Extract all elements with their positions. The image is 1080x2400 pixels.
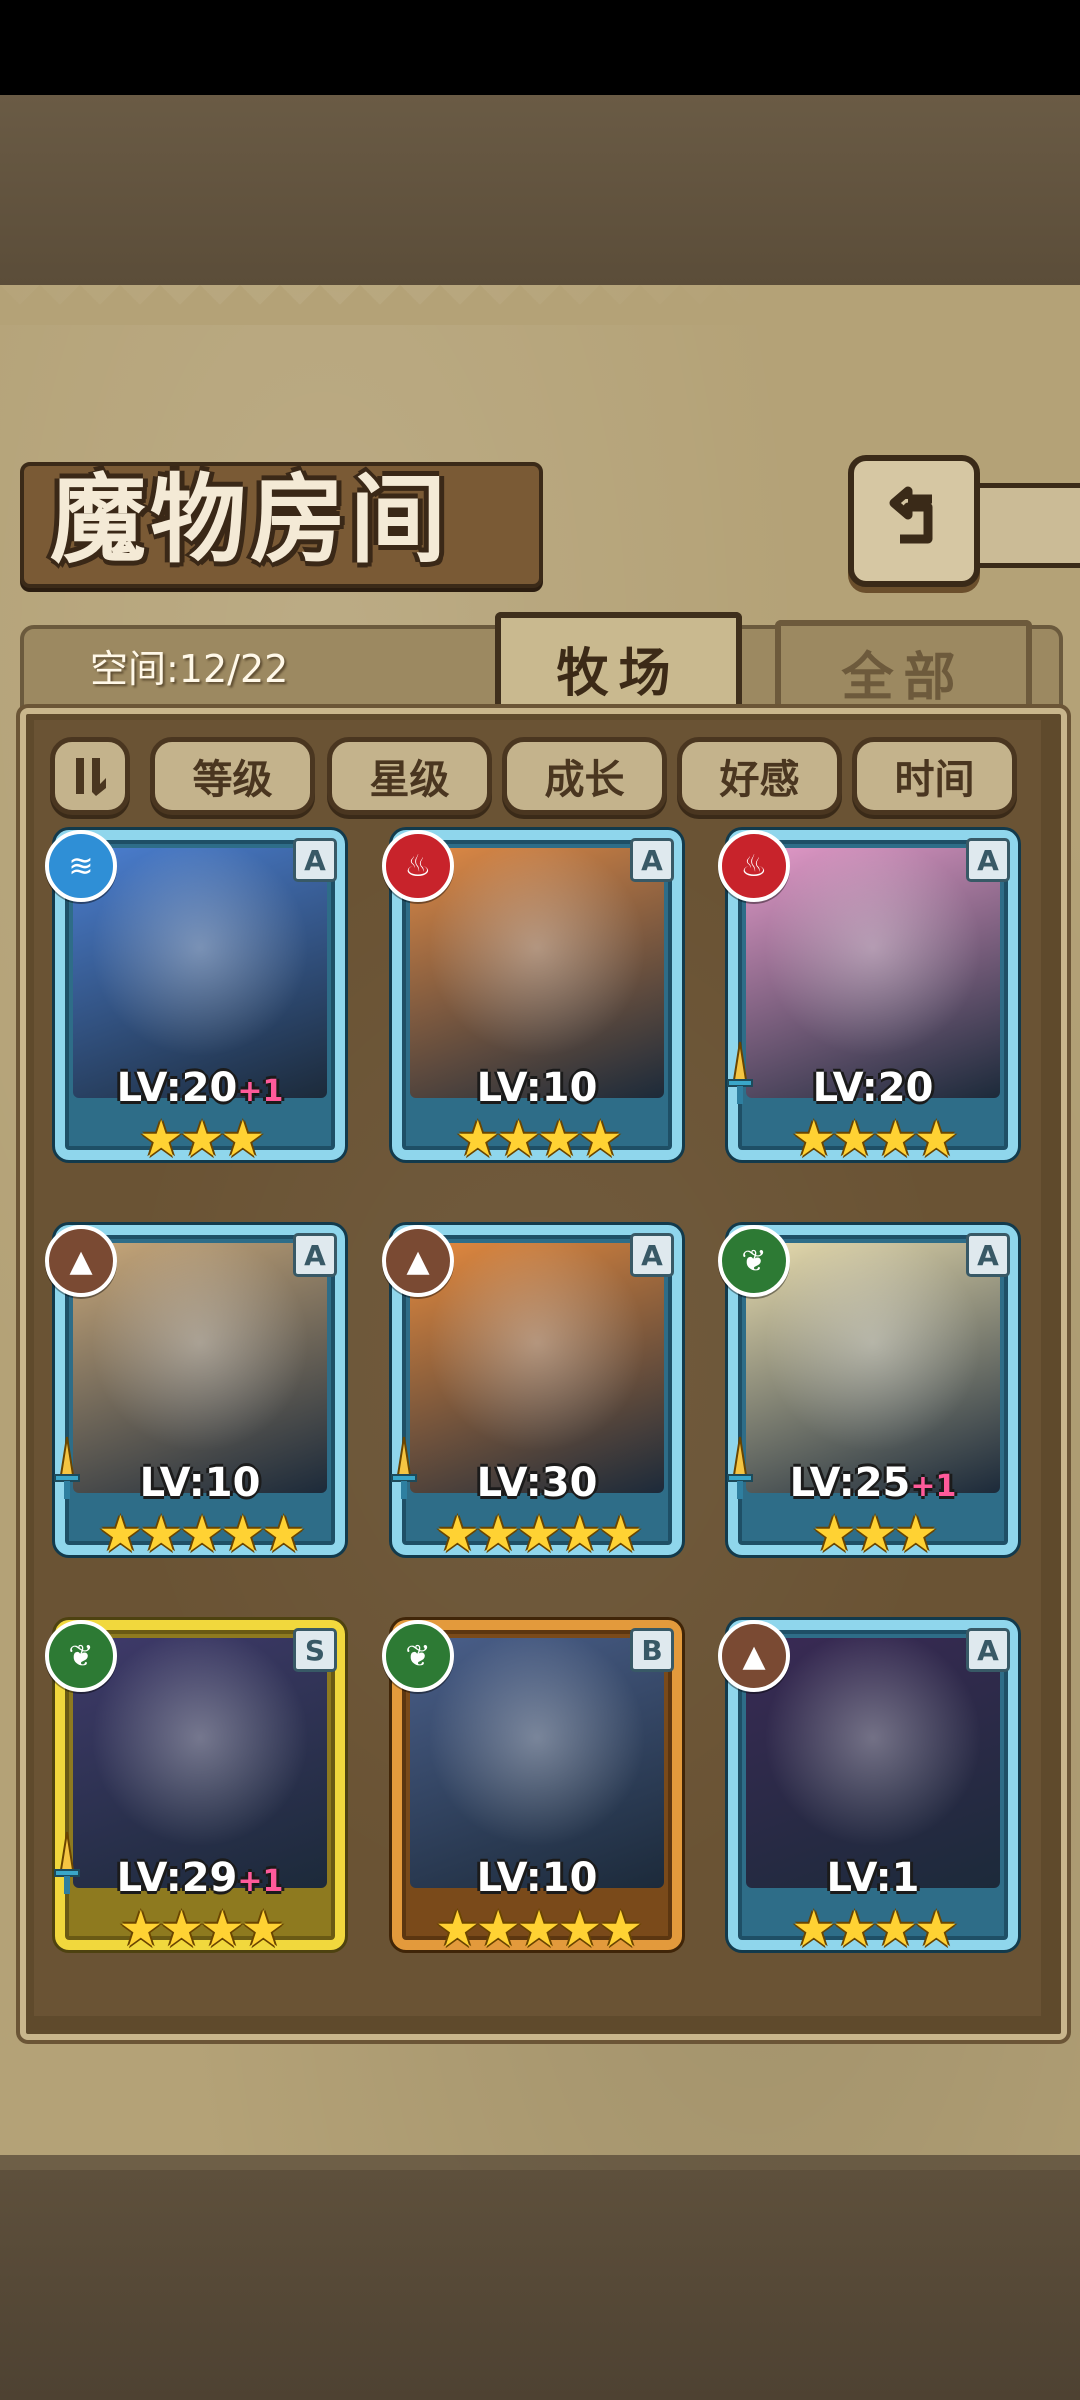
level-label: LV:30 xyxy=(476,1460,598,1506)
level-label: LV:10 xyxy=(139,1460,261,1506)
level-bonus: +1 xyxy=(910,1469,957,1504)
monster-card[interactable]: A ❦ LV:25+1 ★★★ xyxy=(718,1225,1018,1565)
monster-card[interactable]: A ▲ LV:1 ★★★★ xyxy=(718,1620,1018,1960)
rank-badge: A xyxy=(293,838,337,882)
sort-order-icon xyxy=(76,758,106,796)
sort-time-button[interactable]: 时间 xyxy=(852,737,1017,815)
star-rating: ★★★ xyxy=(811,1505,938,1563)
status-bar-area xyxy=(0,0,1080,95)
rank-badge: S xyxy=(293,1628,337,1672)
sort-affection-button[interactable]: 好感 xyxy=(677,737,842,815)
back-arrow-icon xyxy=(889,486,933,544)
level-label: LV:1 xyxy=(826,1855,920,1901)
space-counter: 空间:12/22 xyxy=(90,647,289,691)
fire-element-icon: ♨ xyxy=(382,830,454,902)
star-rating: ★★★★ xyxy=(791,1110,958,1168)
monster-card[interactable]: S ❦ LV:29+1 ★★★★ xyxy=(45,1620,345,1960)
sort-growth-button[interactable]: 成长 xyxy=(502,737,667,815)
weapon-sword-icon xyxy=(391,1436,417,1499)
wood-element-icon: ❦ xyxy=(45,1620,117,1692)
monster-card[interactable]: A ▲ LV:10 ★★★★★ xyxy=(45,1225,345,1565)
fire-element-icon: ♨ xyxy=(718,830,790,902)
sort-level-button[interactable]: 等级 xyxy=(150,737,315,815)
sort-order-button[interactable] xyxy=(50,737,130,815)
monster-card[interactable]: B ❦ LV:10 ★★★★★ xyxy=(382,1620,682,1960)
rank-badge: A xyxy=(966,1233,1010,1277)
weapon-sword-icon xyxy=(727,1436,753,1499)
rank-badge: A xyxy=(630,1233,674,1277)
weapon-sword-icon xyxy=(727,1041,753,1104)
page-title: 魔物房间 xyxy=(50,464,450,576)
earth-element-icon: ▲ xyxy=(45,1225,117,1297)
level-label: LV:10 xyxy=(476,1065,598,1111)
level-label: LV:20+1 xyxy=(116,1065,284,1111)
wood-element-icon: ❦ xyxy=(718,1225,790,1297)
monster-card[interactable]: A ♨ LV:10 ★★★★ xyxy=(382,830,682,1170)
weapon-sword-icon xyxy=(54,1436,80,1499)
level-label: LV:29+1 xyxy=(116,1855,284,1901)
sort-star-button[interactable]: 星级 xyxy=(327,737,492,815)
level-label: LV:25+1 xyxy=(789,1460,957,1506)
parchment-edge-top xyxy=(0,285,1080,325)
wood-element-icon: ❦ xyxy=(382,1620,454,1692)
rank-badge: A xyxy=(966,1628,1010,1672)
back-button-tail xyxy=(975,483,1080,568)
top-band xyxy=(0,95,1080,285)
tab-all[interactable]: 全部 xyxy=(775,620,1032,718)
star-rating: ★★★★★ xyxy=(97,1505,306,1563)
earth-element-icon: ▲ xyxy=(382,1225,454,1297)
bottom-band xyxy=(0,2170,1080,2400)
monster-card[interactable]: A ♨ LV:20 ★★★★ xyxy=(718,830,1018,1170)
rank-badge: B xyxy=(630,1628,674,1672)
level-label: LV:10 xyxy=(476,1855,598,1901)
rank-badge: A xyxy=(293,1233,337,1277)
water-element-icon: ≋ xyxy=(45,830,117,902)
star-rating: ★★★★ xyxy=(118,1900,285,1958)
star-rating: ★★★★ xyxy=(791,1900,958,1958)
weapon-sword-icon xyxy=(54,1831,80,1894)
rank-badge: A xyxy=(630,838,674,882)
rank-badge: A xyxy=(966,838,1010,882)
star-rating: ★★★★ xyxy=(455,1110,622,1168)
level-label: LV:20 xyxy=(812,1065,934,1111)
star-rating: ★★★★★ xyxy=(434,1900,643,1958)
star-rating: ★★★★★ xyxy=(434,1505,643,1563)
earth-element-icon: ▲ xyxy=(718,1620,790,1692)
level-bonus: +1 xyxy=(237,1074,284,1109)
star-rating: ★★★ xyxy=(138,1110,265,1168)
level-bonus: +1 xyxy=(237,1864,284,1899)
monster-card[interactable]: A ▲ LV:30 ★★★★★ xyxy=(382,1225,682,1565)
back-button[interactable] xyxy=(848,455,980,587)
tab-ranch[interactable]: 牧场 xyxy=(495,612,742,718)
monster-card[interactable]: A ≋ LV:20+1 ★★★ xyxy=(45,830,345,1170)
